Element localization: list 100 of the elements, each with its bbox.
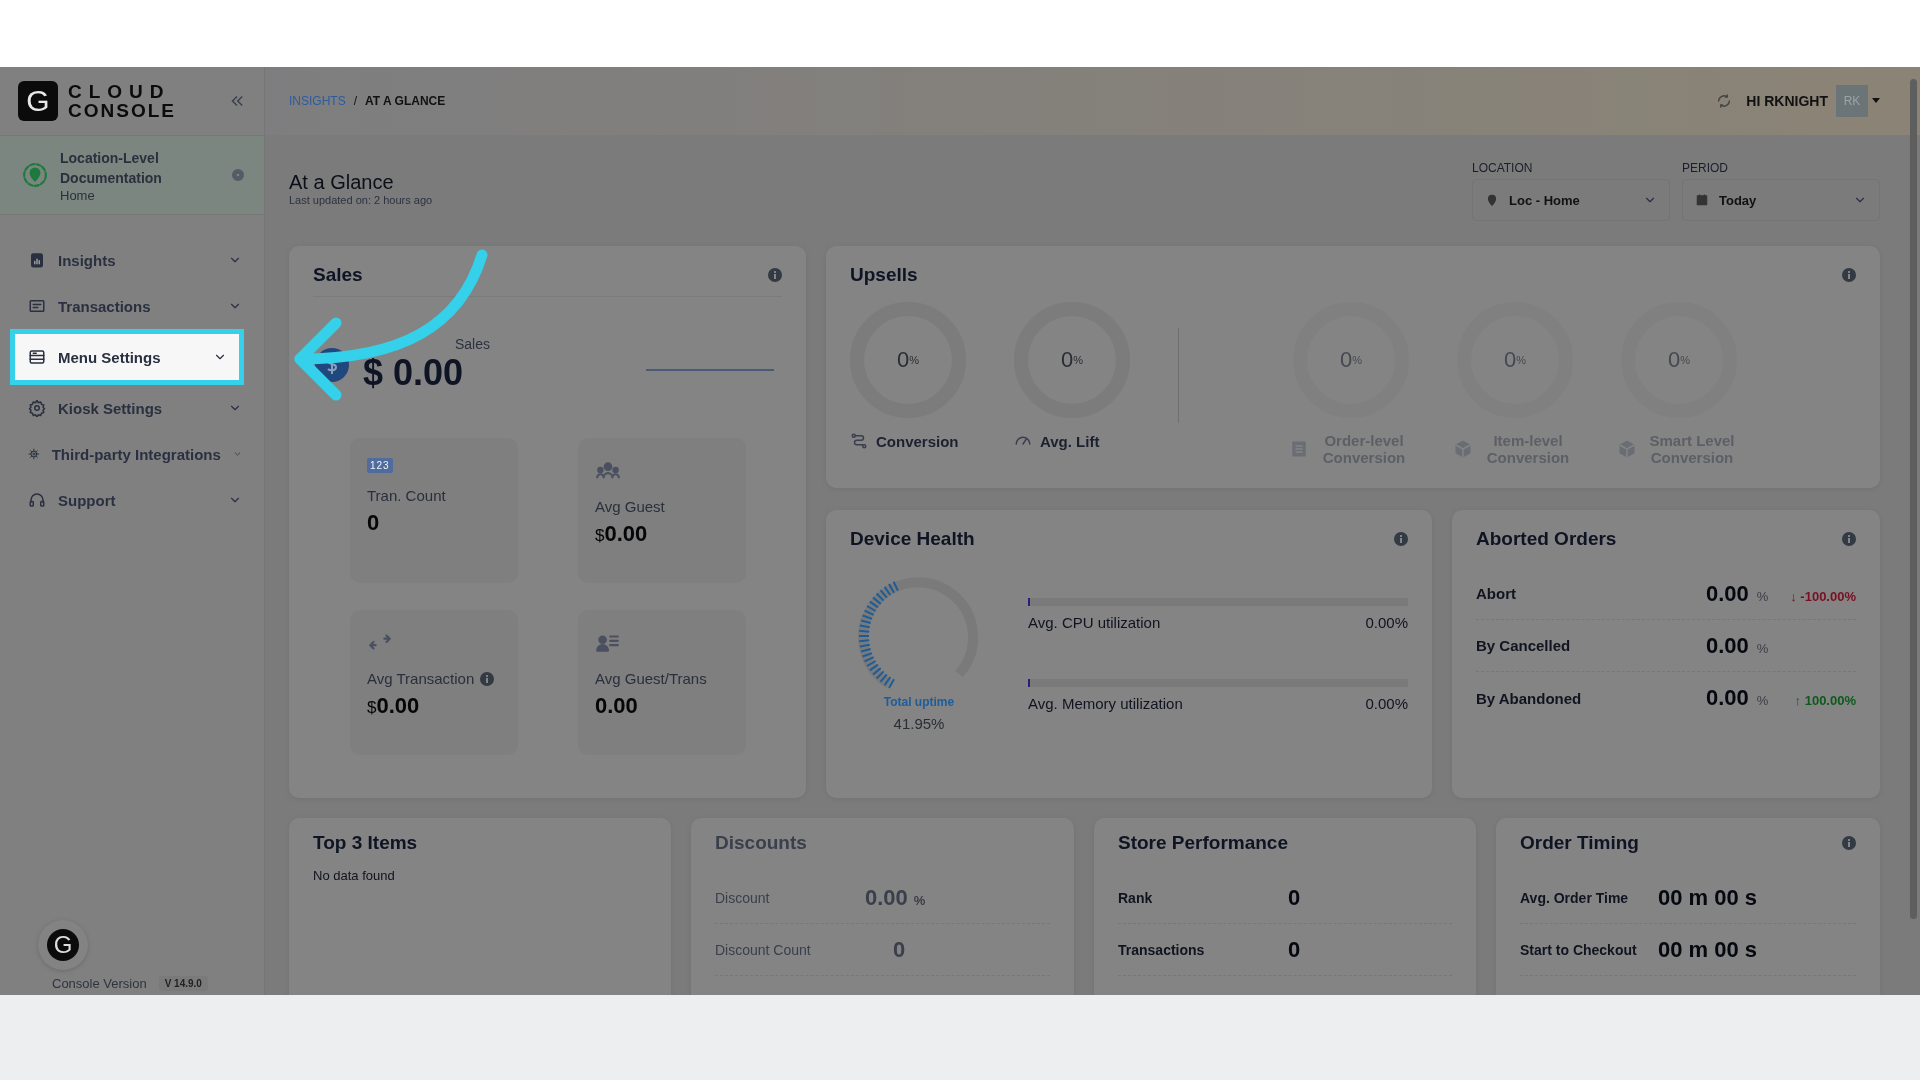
row-value: 0.00 bbox=[1706, 632, 1749, 659]
sidebar-item[interactable]: Third-party Integrations bbox=[0, 431, 264, 477]
box-icon bbox=[1618, 440, 1636, 458]
info-icon[interactable] bbox=[1842, 268, 1856, 282]
card-title: Aborted Orders bbox=[1476, 528, 1617, 550]
version-badge: V 14.9.0 bbox=[158, 976, 208, 991]
uptime-value: 41.95% bbox=[893, 715, 945, 732]
row-value: 0 bbox=[1288, 884, 1301, 911]
card-title: Device Health bbox=[850, 528, 975, 550]
brand-name: CLOUD bbox=[68, 82, 172, 101]
percent-ring: 0$^{%}$ bbox=[1014, 302, 1130, 418]
row-label: By Abandoned bbox=[1476, 689, 1582, 707]
row-value: 0.00 % bbox=[865, 884, 926, 911]
info-icon[interactable] bbox=[1394, 532, 1408, 546]
row-label: Start to Checkout bbox=[1520, 941, 1638, 958]
breadcrumb-link[interactable]: INSIGHTS bbox=[289, 94, 346, 108]
page-title: At a Glance bbox=[289, 171, 395, 194]
filter-label: LOCATION bbox=[1472, 161, 1534, 175]
card-title: Discounts bbox=[715, 832, 807, 854]
sidebar-item[interactable]: Kiosk Settings bbox=[0, 385, 264, 431]
unit-label: % bbox=[1756, 640, 1769, 656]
sidebar-item[interactable]: Insights bbox=[0, 237, 264, 283]
logo-mark: G bbox=[18, 81, 58, 121]
percent-ring: 0$^{%}$ bbox=[850, 302, 966, 418]
document-icon bbox=[28, 297, 46, 315]
filter-select[interactable]: Today bbox=[1682, 179, 1880, 221]
row-label: Rank bbox=[1118, 889, 1154, 906]
bar-label: Avg. CPU utilization bbox=[1028, 614, 1161, 631]
filter-select[interactable]: Loc - Home bbox=[1472, 179, 1670, 221]
headset-icon bbox=[28, 491, 46, 509]
breadcrumb-current: AT A GLANCE bbox=[365, 94, 446, 108]
numbers-icon: 123 bbox=[367, 458, 393, 473]
menu-list-icon bbox=[28, 348, 46, 366]
percent-ring: 0$^{%}$ bbox=[1457, 302, 1573, 418]
percent-ring: 0$^{%}$ bbox=[1621, 302, 1737, 418]
row-value: 0.00 bbox=[1706, 685, 1749, 711]
row-value: 0.00 bbox=[1706, 580, 1749, 607]
info-icon[interactable] bbox=[480, 671, 495, 686]
unit-label: % bbox=[1756, 693, 1769, 708]
box-icon bbox=[1454, 440, 1472, 458]
filter-label: PERIOD bbox=[1682, 161, 1729, 175]
bar-value: 0.00% bbox=[1365, 695, 1408, 712]
calendar-icon bbox=[1695, 193, 1709, 207]
stat-label: Avg Transaction bbox=[367, 670, 475, 687]
card-title: Upsells bbox=[850, 264, 918, 286]
sidebar-item[interactable]: Transactions bbox=[0, 283, 264, 329]
location-card[interactable]: Location-Level Documentation Home bbox=[0, 135, 264, 215]
stat-label: Avg Guest/Trans bbox=[595, 670, 707, 687]
row-value: 00 m 00 s bbox=[1658, 936, 1758, 963]
refresh-icon bbox=[1716, 93, 1733, 109]
card-title: Store Performance bbox=[1118, 832, 1288, 854]
bar-label: Avg. Memory utilization bbox=[1028, 695, 1183, 712]
sidebar-item[interactable]: Support bbox=[0, 477, 264, 523]
location-subtitle: Home bbox=[60, 187, 96, 203]
clipboard-chart-icon bbox=[28, 251, 46, 269]
change-indicator: ↓ -100.00% bbox=[1790, 588, 1856, 604]
row-value: 00 m 00 s bbox=[1658, 884, 1758, 911]
location-name: Location-Level Documentation bbox=[60, 148, 163, 188]
location-pin-icon bbox=[1485, 193, 1499, 207]
user-greeting[interactable]: HI RKNIGHT bbox=[1746, 93, 1828, 109]
row-label: Avg. Order Time bbox=[1520, 889, 1630, 906]
bar-value: 0.00% bbox=[1365, 614, 1408, 631]
metric-label: Conversion bbox=[876, 432, 959, 450]
last-updated: Last updated on: 2 hours ago bbox=[289, 194, 433, 206]
total-sales-value: $ 0.00 bbox=[363, 351, 465, 394]
sidebar-item[interactable]: Menu Settings bbox=[10, 329, 244, 385]
row-label: Discount Count bbox=[715, 941, 812, 958]
list-icon bbox=[1290, 440, 1308, 458]
brand-name: CONSOLE bbox=[68, 101, 176, 120]
metric-label: Avg. Lift bbox=[1040, 432, 1100, 450]
stat-label: Avg Guest bbox=[595, 498, 665, 515]
stat-value: $0.00 bbox=[595, 521, 649, 547]
info-icon[interactable] bbox=[1842, 836, 1856, 850]
uptime-label: Total uptime bbox=[883, 695, 955, 709]
route-icon bbox=[850, 432, 868, 450]
percent-ring: 0$^{%}$ bbox=[1293, 302, 1409, 418]
stat-value: 0.00 bbox=[595, 693, 639, 719]
row-label: By Cancelled bbox=[1476, 637, 1571, 654]
caret-icon[interactable] bbox=[1872, 98, 1880, 104]
row-label: Transactions bbox=[1118, 941, 1206, 958]
stat-label: Tran. Count bbox=[367, 487, 446, 504]
total-sales-label: Sales bbox=[455, 335, 491, 352]
row-label: Discount bbox=[715, 889, 771, 906]
unit-label: % bbox=[1756, 588, 1769, 604]
stat-value: 0 bbox=[367, 510, 381, 536]
card-title: Order Timing bbox=[1520, 832, 1639, 854]
info-icon[interactable] bbox=[1842, 532, 1856, 546]
location-pin-icon bbox=[22, 162, 48, 188]
change-indicator: ↑ 100.00% bbox=[1794, 693, 1856, 708]
row-value: 0 bbox=[893, 936, 906, 963]
breadcrumb-separator: / bbox=[353, 94, 357, 108]
empty-message: No data found bbox=[313, 868, 396, 883]
row-value: 0 bbox=[1288, 936, 1301, 963]
card-title: Top 3 Items bbox=[313, 832, 418, 854]
stat-value: $0.00 bbox=[367, 693, 421, 719]
version-label: Console Version bbox=[52, 976, 147, 991]
console-logo: G bbox=[38, 920, 88, 970]
info-icon[interactable] bbox=[768, 268, 782, 282]
card-title: Sales bbox=[313, 264, 363, 286]
row-label: Abort bbox=[1476, 585, 1516, 602]
